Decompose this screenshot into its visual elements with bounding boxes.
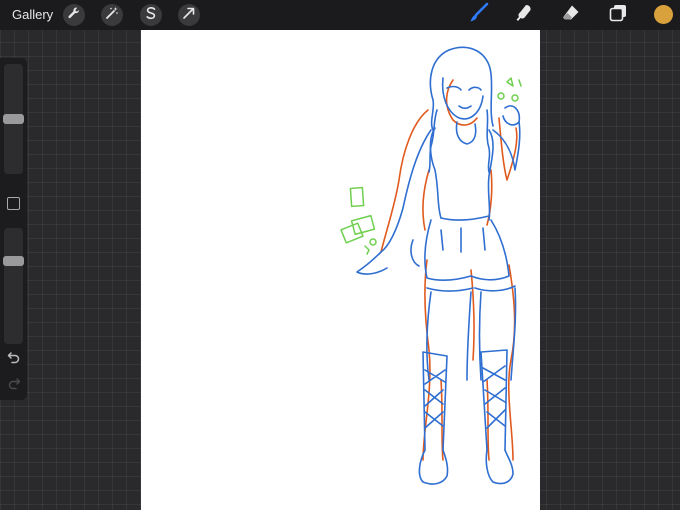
top-toolbar: Gallery xyxy=(0,0,680,30)
transform-arrow-icon xyxy=(182,6,196,25)
redo-icon xyxy=(7,376,21,395)
layers-icon xyxy=(608,3,628,28)
color-picker-button[interactable] xyxy=(654,5,673,24)
brush-icon xyxy=(468,2,490,29)
smudge-tool[interactable] xyxy=(512,4,536,26)
brush-size-thumb[interactable] xyxy=(3,114,24,124)
magic-wand-icon xyxy=(105,6,119,25)
green-money-layer xyxy=(340,77,522,255)
modify-button[interactable] xyxy=(7,197,20,210)
selection-button[interactable] xyxy=(140,4,162,26)
undo-icon xyxy=(7,350,21,369)
transform-button[interactable] xyxy=(178,4,200,26)
wrench-icon xyxy=(67,6,81,25)
left-sidebar xyxy=(0,58,27,400)
gallery-button[interactable]: Gallery xyxy=(12,7,53,22)
smudge-icon xyxy=(514,3,534,28)
actions-button[interactable] xyxy=(63,4,85,26)
blue-lineart-layer xyxy=(356,46,521,485)
brush-tool[interactable] xyxy=(467,2,491,29)
layers-tool[interactable] xyxy=(606,4,630,26)
drawing-canvas[interactable] xyxy=(141,30,540,510)
orange-sketch-layer xyxy=(380,79,518,461)
sketch-artwork xyxy=(340,46,522,485)
brush-size-slider[interactable] xyxy=(3,64,24,174)
redo-button[interactable] xyxy=(6,378,21,393)
opacity-slider[interactable] xyxy=(3,228,24,344)
undo-button[interactable] xyxy=(6,352,21,367)
eraser-icon xyxy=(561,3,581,28)
opacity-thumb[interactable] xyxy=(3,256,24,266)
eraser-tool[interactable] xyxy=(559,4,583,26)
selection-s-icon xyxy=(144,6,158,25)
adjustments-button[interactable] xyxy=(101,4,123,26)
